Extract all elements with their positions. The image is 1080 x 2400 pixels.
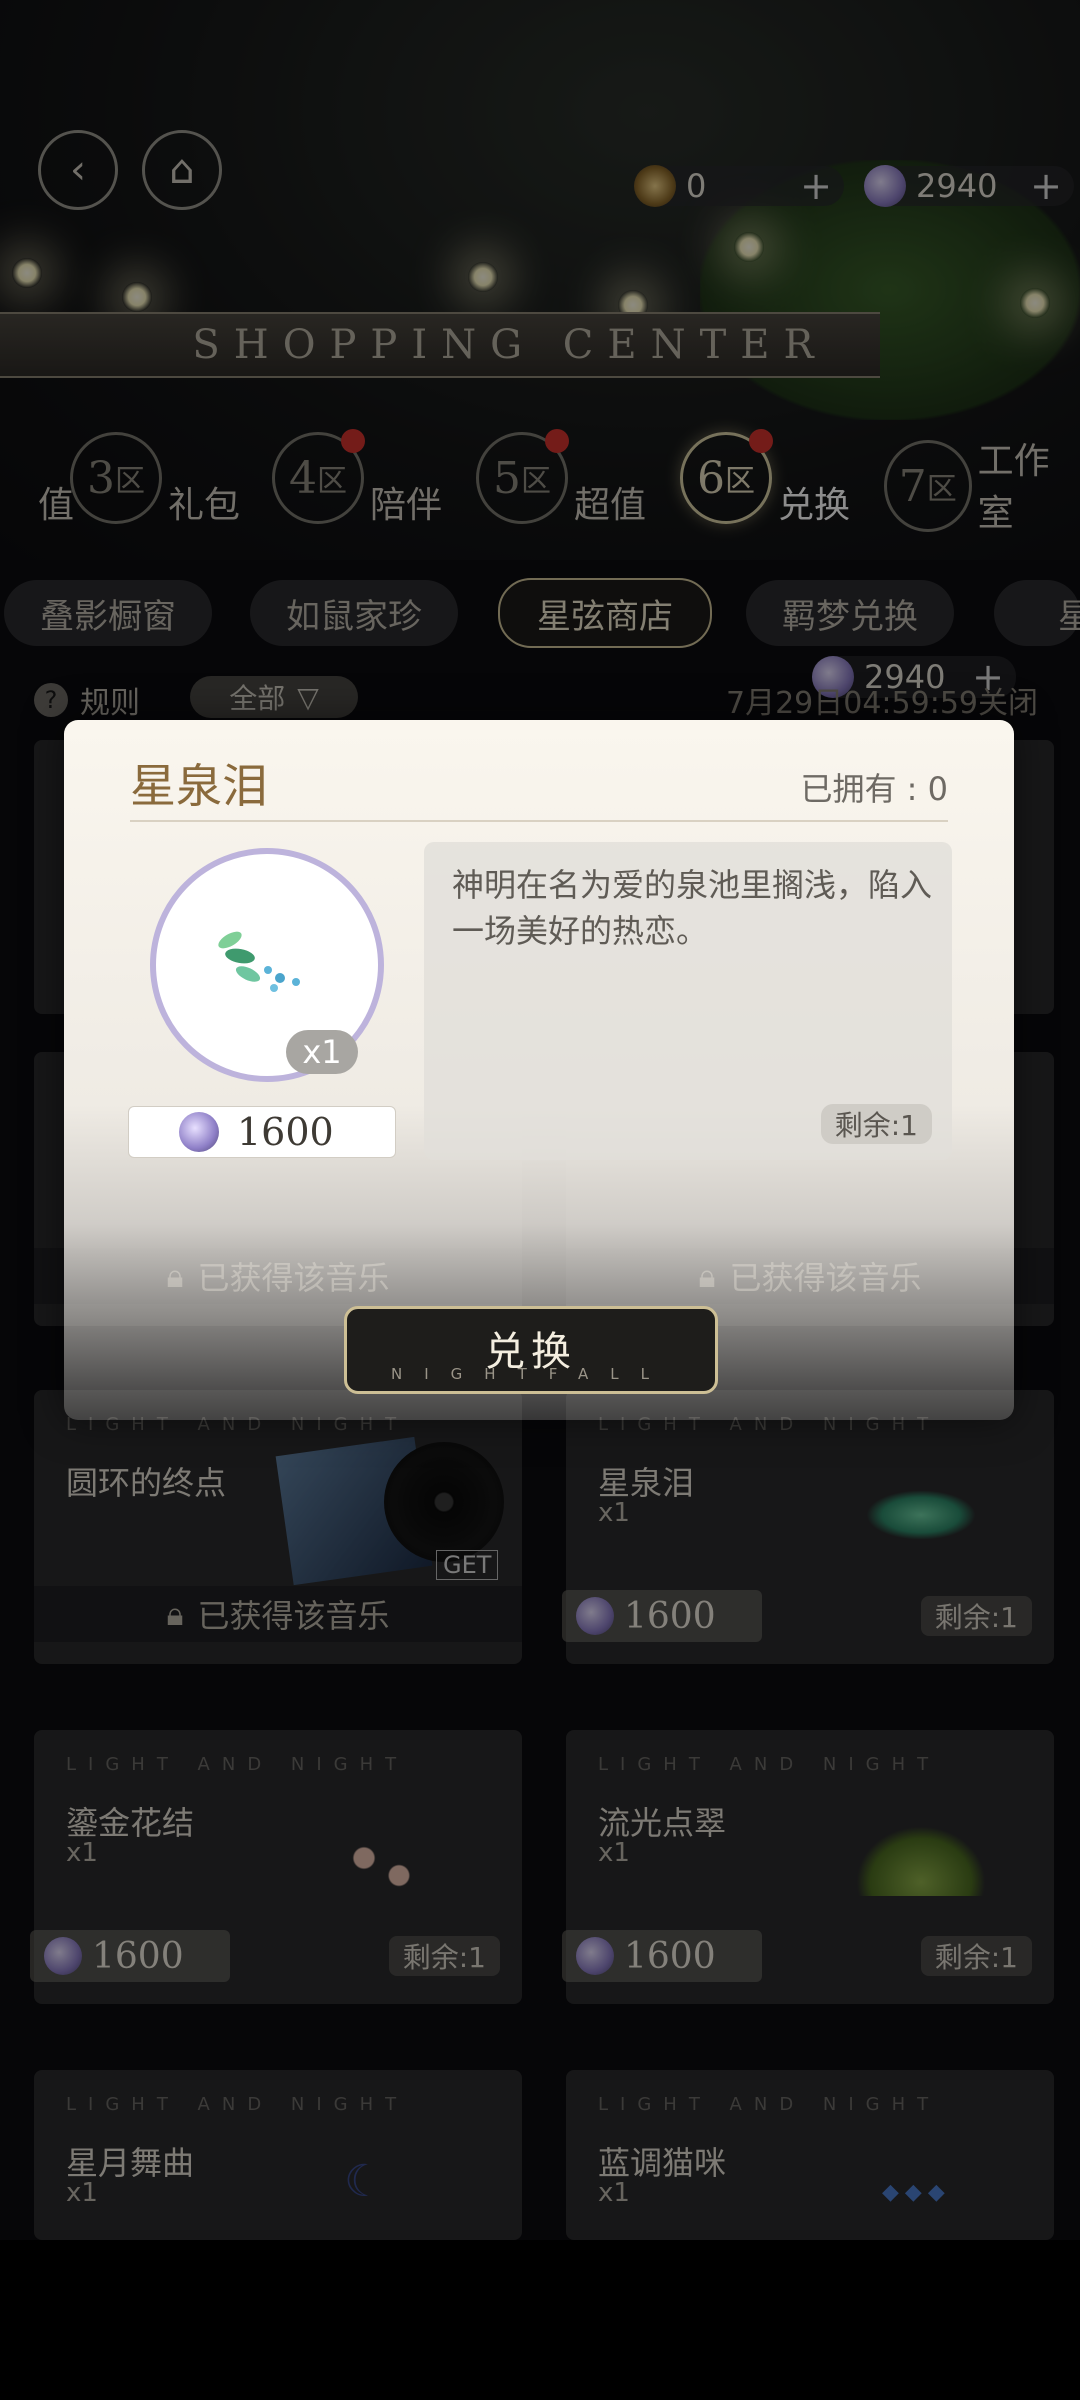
dialog-title: 星泉泪 [130, 759, 268, 813]
dialog-price-value: 1600 [237, 1110, 334, 1154]
exchange-button[interactable]: 兑换 NIGHTFALL [344, 1306, 718, 1394]
title-divider [130, 820, 948, 822]
item-description-box: 神明在名为爱的泉池里搁浅，陷入一场美好的热恋。 剩余:1 [424, 842, 952, 1160]
dialog-price: 1600 [128, 1106, 396, 1158]
star-gem-icon [179, 1112, 219, 1152]
item-description: 神明在名为爱的泉池里搁浅，陷入一场美好的热恋。 [452, 866, 933, 950]
quantity-badge: x1 [286, 1030, 358, 1074]
exchange-dialog: 星泉泪 已拥有 : 0 x1 1600 神明在名为爱的泉池里搁浅，陷入一场美好的… [64, 720, 1014, 1420]
owned-count: 已拥有 : 0 [800, 770, 949, 808]
exchange-button-subtitle: NIGHTFALL [391, 1365, 671, 1383]
remaining-badge: 剩余:1 [820, 1104, 932, 1144]
